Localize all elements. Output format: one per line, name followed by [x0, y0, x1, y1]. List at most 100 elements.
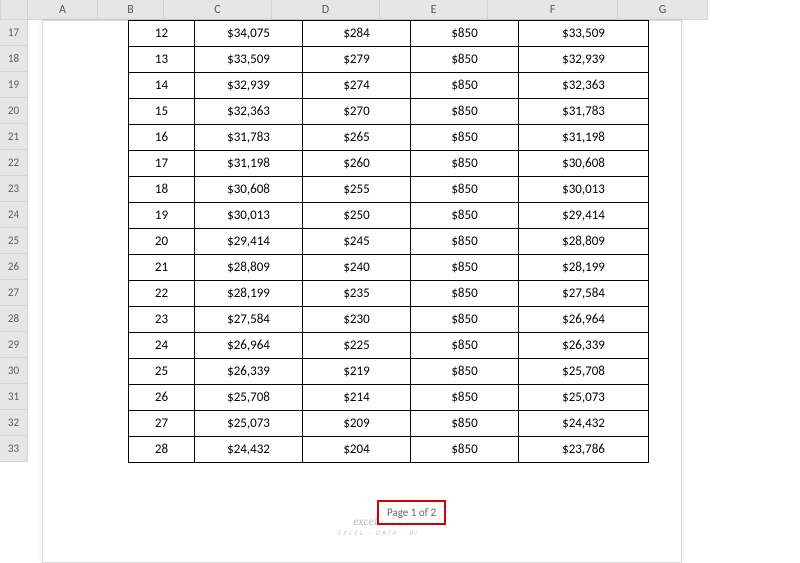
- cell[interactable]: $265: [303, 125, 411, 151]
- col-header-E[interactable]: E: [380, 0, 488, 20]
- cell[interactable]: 17: [129, 151, 195, 177]
- row-header[interactable]: 30: [0, 358, 28, 384]
- cell[interactable]: $274: [303, 73, 411, 99]
- col-header-corner[interactable]: [0, 0, 28, 20]
- cell[interactable]: $27,584: [195, 307, 303, 333]
- cell[interactable]: $850: [411, 333, 519, 359]
- cell[interactable]: $850: [411, 177, 519, 203]
- row-header[interactable]: 25: [0, 228, 28, 254]
- cell[interactable]: $850: [411, 229, 519, 255]
- row-header[interactable]: 27: [0, 280, 28, 306]
- cell[interactable]: 15: [129, 99, 195, 125]
- cell[interactable]: 23: [129, 307, 195, 333]
- row-header[interactable]: 23: [0, 176, 28, 202]
- cell[interactable]: $26,339: [519, 333, 649, 359]
- cell[interactable]: $32,363: [195, 99, 303, 125]
- cell[interactable]: $33,509: [195, 47, 303, 73]
- cell[interactable]: $850: [411, 255, 519, 281]
- cell[interactable]: 18: [129, 177, 195, 203]
- cell[interactable]: $30,608: [519, 151, 649, 177]
- row-header[interactable]: 21: [0, 124, 28, 150]
- col-header-A[interactable]: A: [28, 0, 98, 20]
- row-header[interactable]: 33: [0, 436, 28, 462]
- cell[interactable]: $850: [411, 307, 519, 333]
- cell[interactable]: $850: [411, 411, 519, 437]
- cell[interactable]: $850: [411, 385, 519, 411]
- cell[interactable]: 21: [129, 255, 195, 281]
- cell[interactable]: 13: [129, 47, 195, 73]
- cell[interactable]: $30,013: [195, 203, 303, 229]
- cell[interactable]: 14: [129, 73, 195, 99]
- col-header-F[interactable]: F: [488, 0, 618, 20]
- row-header[interactable]: 26: [0, 254, 28, 280]
- cell[interactable]: $260: [303, 151, 411, 177]
- cell[interactable]: $850: [411, 437, 519, 463]
- col-header-G[interactable]: G: [618, 0, 708, 20]
- row-header[interactable]: 17: [0, 20, 28, 46]
- cell[interactable]: 12: [129, 21, 195, 47]
- cell[interactable]: $24,432: [519, 411, 649, 437]
- cell[interactable]: 24: [129, 333, 195, 359]
- cell[interactable]: $850: [411, 47, 519, 73]
- cell[interactable]: $34,075: [195, 21, 303, 47]
- cell[interactable]: $31,198: [195, 151, 303, 177]
- cell[interactable]: $230: [303, 307, 411, 333]
- row-header[interactable]: 29: [0, 332, 28, 358]
- cell[interactable]: $26,964: [195, 333, 303, 359]
- col-header-C[interactable]: C: [164, 0, 272, 20]
- cell[interactable]: $33,509: [519, 21, 649, 47]
- cell[interactable]: $245: [303, 229, 411, 255]
- cell[interactable]: 16: [129, 125, 195, 151]
- row-header[interactable]: 32: [0, 410, 28, 436]
- cell[interactable]: $279: [303, 47, 411, 73]
- cell[interactable]: $27,584: [519, 281, 649, 307]
- cell[interactable]: $225: [303, 333, 411, 359]
- row-header[interactable]: 22: [0, 150, 28, 176]
- cell[interactable]: $850: [411, 21, 519, 47]
- cell[interactable]: 19: [129, 203, 195, 229]
- cell[interactable]: $32,939: [519, 47, 649, 73]
- cell[interactable]: $24,432: [195, 437, 303, 463]
- cell[interactable]: $850: [411, 359, 519, 385]
- cell[interactable]: $28,809: [519, 229, 649, 255]
- cell[interactable]: 22: [129, 281, 195, 307]
- cell[interactable]: $214: [303, 385, 411, 411]
- col-header-B[interactable]: B: [98, 0, 164, 20]
- cell[interactable]: 28: [129, 437, 195, 463]
- cell[interactable]: $270: [303, 99, 411, 125]
- cell[interactable]: $284: [303, 21, 411, 47]
- cell[interactable]: $25,073: [195, 411, 303, 437]
- cell[interactable]: $26,964: [519, 307, 649, 333]
- row-header[interactable]: 28: [0, 306, 28, 332]
- col-header-D[interactable]: D: [272, 0, 380, 20]
- cell[interactable]: $255: [303, 177, 411, 203]
- cell[interactable]: 26: [129, 385, 195, 411]
- cell[interactable]: $209: [303, 411, 411, 437]
- cell[interactable]: $28,809: [195, 255, 303, 281]
- cell[interactable]: $204: [303, 437, 411, 463]
- row-header[interactable]: 31: [0, 384, 28, 410]
- cell[interactable]: $29,414: [195, 229, 303, 255]
- cell[interactable]: 25: [129, 359, 195, 385]
- cell[interactable]: $850: [411, 203, 519, 229]
- cell[interactable]: $850: [411, 99, 519, 125]
- cell[interactable]: $26,339: [195, 359, 303, 385]
- row-header[interactable]: 20: [0, 98, 28, 124]
- cell[interactable]: $29,414: [519, 203, 649, 229]
- cell[interactable]: $850: [411, 151, 519, 177]
- cell[interactable]: $31,783: [195, 125, 303, 151]
- cell[interactable]: $219: [303, 359, 411, 385]
- row-header[interactable]: 19: [0, 72, 28, 98]
- cell[interactable]: $32,939: [195, 73, 303, 99]
- cell[interactable]: $28,199: [519, 255, 649, 281]
- row-header[interactable]: 18: [0, 46, 28, 72]
- cell[interactable]: $32,363: [519, 73, 649, 99]
- cell[interactable]: $850: [411, 73, 519, 99]
- cell[interactable]: $250: [303, 203, 411, 229]
- cell[interactable]: 27: [129, 411, 195, 437]
- cell[interactable]: $31,783: [519, 99, 649, 125]
- cell[interactable]: $235: [303, 281, 411, 307]
- cell[interactable]: $31,198: [519, 125, 649, 151]
- row-header[interactable]: 24: [0, 202, 28, 228]
- cell[interactable]: 20: [129, 229, 195, 255]
